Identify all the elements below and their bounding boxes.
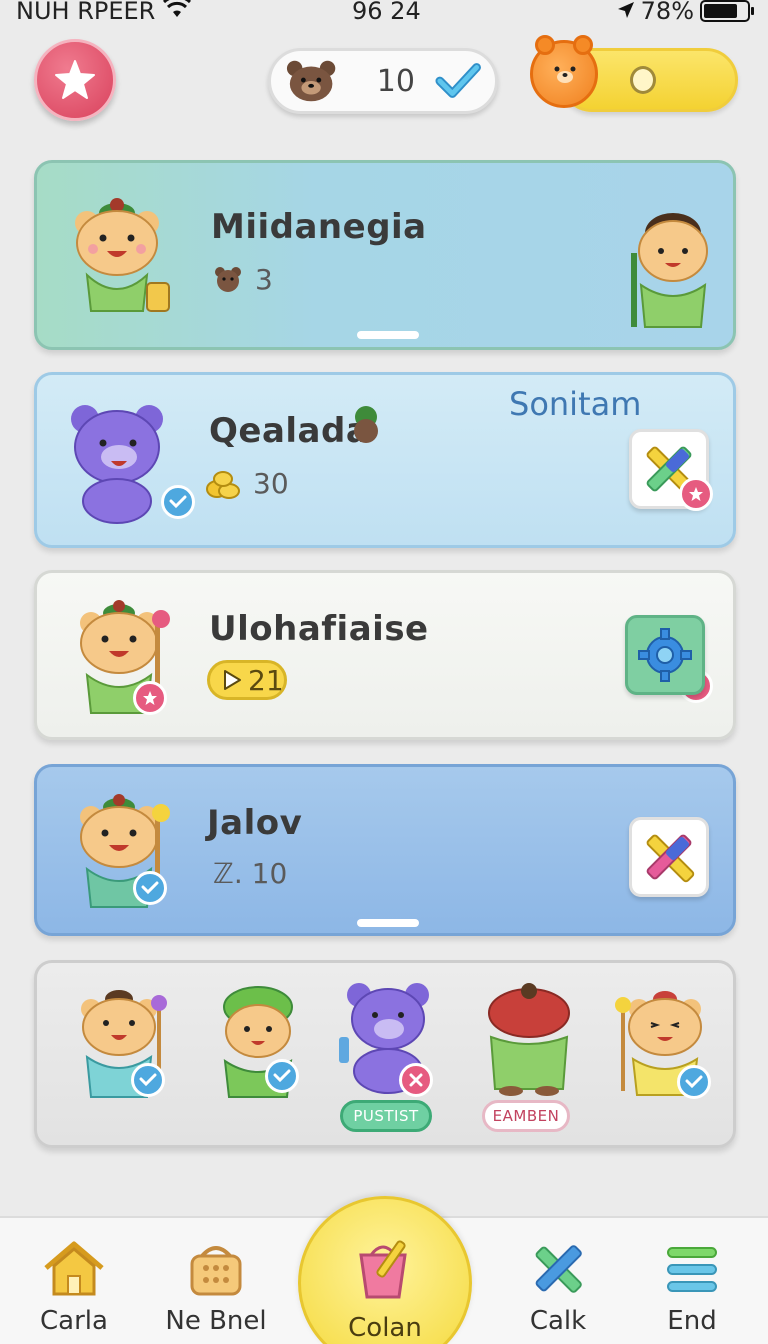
home-icon — [44, 1241, 104, 1296]
pencil-ruler-icon — [535, 1245, 582, 1293]
check-icon — [273, 1069, 291, 1083]
leafy-character-icon — [354, 406, 378, 443]
star-icon — [143, 691, 157, 705]
nav-label: Carla — [40, 1306, 108, 1336]
status-right: 78% — [617, 0, 754, 25]
check-icon — [685, 1075, 703, 1089]
carrier-label: NUH RPEER — [16, 0, 156, 25]
purple-bear-icon — [71, 405, 163, 524]
play-count-pill[interactable]: 21 — [207, 660, 287, 700]
bear-face-icon — [286, 60, 336, 102]
card-meta: 3 — [213, 263, 273, 296]
battery-percent: 78% — [640, 0, 694, 25]
check-icon — [141, 881, 159, 895]
tag-eamben[interactable]: EAMBEN — [482, 1100, 570, 1132]
card-title: Jalov — [207, 803, 303, 843]
nav-label: Calk — [529, 1306, 587, 1336]
character-teal-bear-icon[interactable] — [59, 979, 187, 1103]
card-title: Miidanegia — [211, 207, 427, 247]
coins-icon — [206, 470, 240, 499]
counter-value: 10 — [376, 63, 415, 99]
card-meta-value: 30 — [253, 467, 289, 500]
star-icon — [55, 60, 95, 99]
card-title: Qealada — [209, 411, 370, 451]
nav-item-carla[interactable]: Carla — [14, 1240, 134, 1336]
check-icon — [169, 495, 187, 509]
check-badge — [677, 1065, 711, 1099]
card-title: Ulohafiaise — [209, 609, 429, 649]
close-icon — [409, 1073, 423, 1087]
bear-ear-right — [573, 35, 593, 55]
counter-pill[interactable]: 10 — [268, 48, 498, 114]
wifi-icon — [163, 0, 192, 25]
check-badge — [161, 485, 195, 519]
bear-scepter-icon — [80, 794, 170, 908]
settings-button[interactable] — [625, 615, 705, 695]
drag-handle[interactable] — [357, 919, 419, 927]
bear-small-icon — [215, 266, 241, 292]
character-red-hat-icon[interactable] — [479, 979, 579, 1097]
card-jalov[interactable]: Jalov ℤ. 10 — [34, 764, 736, 936]
check-badge — [131, 1063, 165, 1097]
status-time: 96 24 — [352, 0, 421, 25]
bear-ear-left — [535, 35, 555, 55]
star-badge — [133, 681, 167, 715]
card-miidanegia[interactable]: Miidanegia 3 — [34, 160, 736, 350]
favorites-button[interactable] — [34, 39, 116, 121]
check-badge — [265, 1059, 299, 1093]
nav-item-ne-bnel[interactable]: Ne Bnel — [156, 1240, 276, 1336]
bear-face — [554, 66, 576, 83]
card-label: Sonitam — [509, 385, 642, 423]
card-meta-value: 3 — [255, 263, 273, 296]
card-qealada[interactable]: Qealada 30 Sonitam — [34, 372, 736, 548]
coin-icon — [630, 66, 656, 94]
nav-label: Ne Bnel — [165, 1306, 267, 1336]
child-character-icon — [631, 213, 708, 328]
check-badge — [133, 871, 167, 905]
remove-badge[interactable] — [399, 1063, 433, 1097]
nav-item-end[interactable]: End — [632, 1240, 752, 1336]
bear-wand-icon — [80, 600, 170, 714]
status-bar: NUH RPEER 96 24 78% — [0, 0, 768, 26]
star-icon — [689, 487, 703, 501]
nav-label: End — [667, 1306, 717, 1336]
basket-icon — [190, 1246, 242, 1296]
battery-level — [704, 4, 737, 18]
pencil-ruler-icon — [646, 834, 695, 883]
nav-label: Colan — [348, 1313, 422, 1343]
bear-hero-icon — [75, 198, 170, 312]
status-left: NUH RPEER — [16, 0, 192, 25]
edit-tools-button[interactable] — [629, 817, 709, 897]
location-arrow-icon — [617, 0, 635, 25]
play-count-value: 21 — [248, 663, 284, 697]
card-meta: 30 — [205, 467, 289, 500]
play-icon — [224, 670, 241, 690]
card-ulohafiaise[interactable]: Ulohafiaise — [34, 570, 736, 740]
drag-handle[interactable] — [357, 331, 419, 339]
orange-bear-avatar[interactable] — [530, 35, 598, 108]
star-badge — [679, 477, 713, 511]
card-meta-value: ℤ. 10 — [213, 857, 288, 890]
gear-icon — [638, 628, 692, 682]
card-meta: ℤ. 10 — [213, 857, 287, 890]
check-icon — [435, 63, 481, 98]
bucket-brush-icon — [359, 1240, 407, 1299]
battery-icon — [700, 0, 754, 22]
tag-pustist[interactable]: PUSTIST — [340, 1100, 432, 1132]
nav-item-calk[interactable]: Calk — [498, 1240, 618, 1336]
check-icon — [139, 1073, 157, 1087]
menu-icon — [667, 1247, 717, 1292]
